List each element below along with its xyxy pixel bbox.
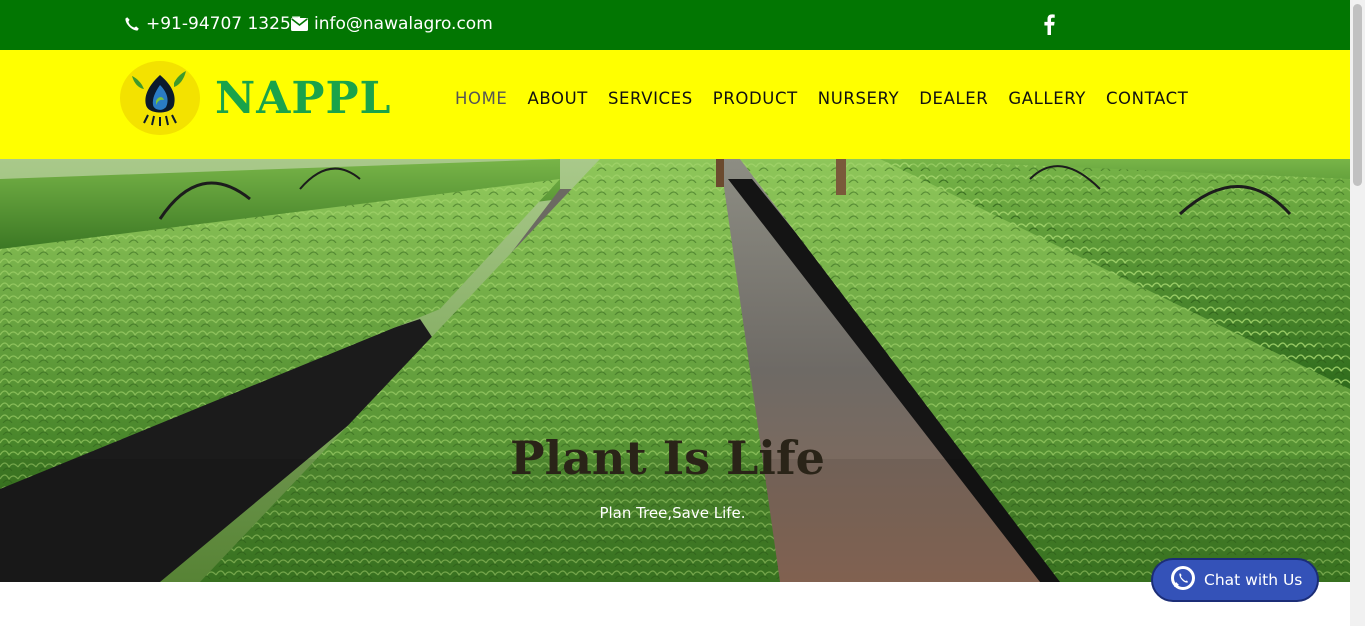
- brand-name[interactable]: NAPPL: [215, 73, 391, 124]
- email-address: info@nawalagro.com: [314, 14, 493, 34]
- chat-with-us-button[interactable]: Chat with Us: [1151, 558, 1319, 602]
- site-header: NAPPL HOME ABOUT SERVICES PRODUCT NURSER…: [0, 50, 1350, 159]
- facebook-icon[interactable]: [1041, 13, 1057, 35]
- whatsapp-icon: [1170, 565, 1196, 595]
- email-contact[interactable]: info@nawalagro.com: [291, 0, 493, 48]
- phone-icon: [124, 16, 140, 32]
- nav-dealer[interactable]: DEALER: [919, 89, 988, 108]
- hero-banner: Plant Is Life Plan Tree,Save Life.: [0, 159, 1350, 582]
- nav-home[interactable]: HOME: [455, 89, 507, 108]
- nav-product[interactable]: PRODUCT: [713, 89, 798, 108]
- page: +91-94707 13257 info@nawalagro.com NAPPL: [0, 0, 1365, 626]
- hero-subtitle: Plan Tree,Save Life.: [599, 504, 746, 522]
- plant-drop-logo-icon[interactable]: [120, 61, 200, 135]
- top-contact-bar: +91-94707 13257 info@nawalagro.com: [0, 0, 1350, 50]
- nav-gallery[interactable]: GALLERY: [1008, 89, 1086, 108]
- phone-number: +91-94707 13257: [146, 14, 302, 34]
- nav-contact[interactable]: CONTACT: [1106, 89, 1188, 108]
- nav-nursery[interactable]: NURSERY: [818, 89, 899, 108]
- nav-about[interactable]: ABOUT: [527, 89, 587, 108]
- page-scrollbar[interactable]: [1350, 0, 1365, 626]
- nav-services[interactable]: SERVICES: [608, 89, 693, 108]
- main-nav: HOME ABOUT SERVICES PRODUCT NURSERY DEAL…: [455, 89, 1188, 108]
- phone-contact[interactable]: +91-94707 13257: [124, 0, 302, 48]
- chat-label: Chat with Us: [1204, 571, 1303, 589]
- scrollbar-thumb[interactable]: [1353, 4, 1362, 186]
- envelope-icon: [291, 17, 308, 31]
- hero-title: Plant Is Life: [510, 431, 825, 485]
